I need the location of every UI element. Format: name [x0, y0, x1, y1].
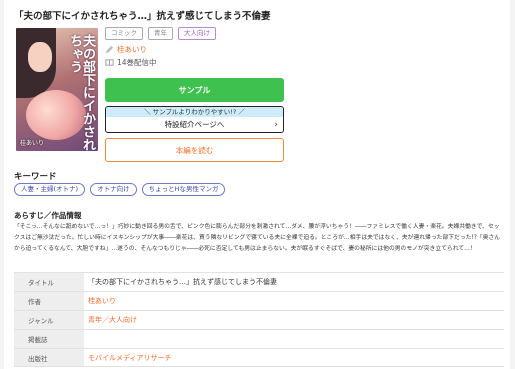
- synopsis-heading: あらすじ／作品情報: [14, 211, 82, 220]
- book-icon: [105, 58, 114, 67]
- info-value-author-link[interactable]: 桂あいり: [84, 292, 504, 310]
- info-row-genre: ジャンル 青年／大人向け: [14, 310, 504, 329]
- info-row-magazine: 掲載誌: [14, 329, 504, 348]
- info-label: ジャンル: [14, 311, 84, 329]
- author-name[interactable]: 桂あいり: [117, 44, 147, 55]
- info-label: タイトル: [14, 273, 84, 291]
- tag-seinen[interactable]: 青年: [148, 27, 173, 40]
- keyword-chip[interactable]: 人妻・主婦(オトナ): [14, 183, 86, 196]
- category-tags: コミック 青年 大人向け: [105, 27, 216, 40]
- info-label: 作者: [14, 292, 84, 310]
- info-label: 出版社: [14, 349, 84, 366]
- cover-title-text: 夫の部下にイかされちゃう: [67, 34, 95, 151]
- pen-icon: [105, 45, 114, 54]
- cover-image[interactable]: 夫の部下にイかされちゃう 桂あいり: [16, 28, 98, 151]
- cover-author-text: 桂あいり: [20, 140, 45, 147]
- special-page-button[interactable]: ＼ サンプルよりわかりやすい!? ／ 特設紹介ページへ ›: [105, 106, 284, 133]
- tag-adult[interactable]: 大人向け: [178, 27, 216, 40]
- author-link[interactable]: 桂あいり: [105, 44, 147, 55]
- special-page-label: 特設紹介ページへ: [164, 120, 225, 129]
- sample-button[interactable]: サンプル: [105, 78, 284, 102]
- info-row-title: タイトル 「夫の部下にイかされちゃう…」抗えず感じてしまう不倫妻: [14, 272, 504, 291]
- volume-count: 14巻配信中: [105, 57, 157, 68]
- info-value: 「夫の部下にイかされちゃう…」抗えず感じてしまう不倫妻: [88, 278, 277, 286]
- product-page: 「夫の部下にイかされちゃう…」抗えず感じてしまう不倫妻 夫の部下にイかされちゃう…: [4, 0, 510, 369]
- synopsis-text: 「そこっ…そんなに舐めないで…っ！」巧妙に動き回る男の舌で、ピンク色に膨らんだ部…: [14, 224, 501, 252]
- info-label: 掲載誌: [14, 330, 84, 348]
- read-button[interactable]: 本編を読む: [105, 138, 284, 162]
- info-value-genre-link[interactable]: 青年／大人向け: [84, 311, 504, 329]
- keyword-chip[interactable]: オトナ向け: [90, 183, 137, 196]
- volume-count-text: 14巻配信中: [117, 58, 157, 67]
- info-row-author: 作者 桂あいり: [14, 291, 504, 310]
- page-title: 「夫の部下にイかされちゃう…」抗えず感じてしまう不倫妻: [14, 11, 271, 22]
- keyword-chip[interactable]: ちょっとHな男性マンガ: [141, 183, 226, 196]
- info-value-publisher-link[interactable]: モバイルメディアリサーチ: [84, 349, 504, 366]
- keyword-list: 人妻・主婦(オトナ) オトナ向け ちょっとHな男性マンガ: [14, 183, 226, 196]
- special-page-banner: ＼ サンプルよりわかりやすい!? ／: [106, 107, 283, 117]
- tag-comic[interactable]: コミック: [105, 27, 143, 40]
- info-table: タイトル 「夫の部下にイかされちゃう…」抗えず感じてしまう不倫妻 作者 桂あいり…: [14, 272, 504, 367]
- info-row-publisher: 出版社 モバイルメディアリサーチ: [14, 348, 504, 367]
- info-value: [84, 330, 504, 348]
- chevron-right-icon: ›: [274, 120, 278, 130]
- keyword-heading: キーワード: [14, 172, 57, 182]
